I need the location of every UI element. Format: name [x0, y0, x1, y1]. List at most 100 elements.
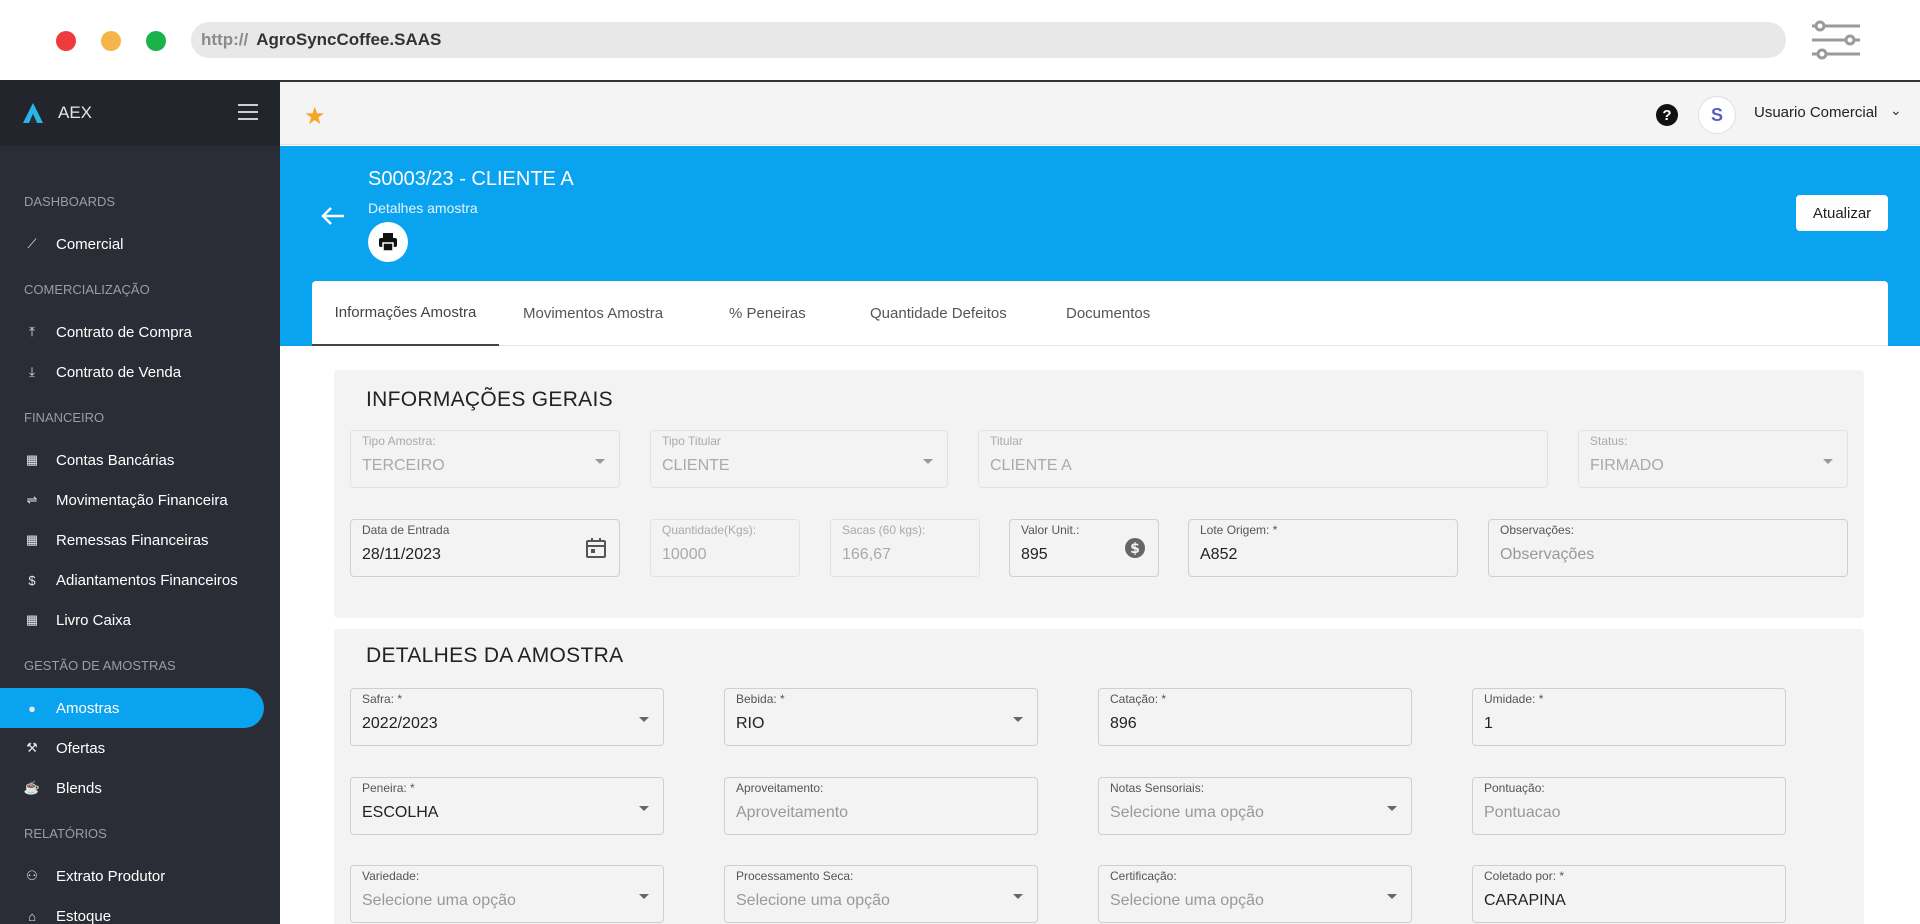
app-topbar: ★ ? S Usuario Comercial ⌄ — [280, 80, 1920, 145]
sliders-icon[interactable] — [1808, 20, 1864, 60]
sidebar-item-estoque[interactable]: ⌂ Estoque — [0, 896, 264, 924]
sidebar-header: AEX — [0, 80, 280, 146]
sidebar-item-remessas[interactable]: ▦ Remessas Financeiras — [0, 520, 264, 560]
tab-movimentos-amostra[interactable]: Movimentos Amostra — [523, 281, 663, 346]
field-label: Processamento Seca: — [736, 869, 854, 883]
field-value: 1 — [1484, 715, 1493, 732]
section-title: INFORMAÇÕES GERAIS — [366, 388, 613, 411]
sacas-field: Sacas (60 kgs): 166,67 — [830, 519, 980, 577]
menu-toggle-icon[interactable] — [238, 104, 258, 120]
sidebar-item-contrato-compra[interactable]: ⤒ Contrato de Compra — [0, 312, 264, 352]
observacoes-field[interactable]: Observações: Observações — [1488, 519, 1848, 577]
field-value: TERCEIRO — [362, 457, 445, 474]
sidebar-item-adiantamentos[interactable]: $ Adiantamentos Financeiros — [0, 560, 264, 600]
field-value: 10000 — [662, 546, 707, 563]
field-label: Valor Unit.: — [1021, 523, 1080, 537]
maximize-window-button[interactable] — [146, 31, 166, 51]
field-label: Aproveitamento: — [736, 781, 824, 795]
url-host: AgroSyncCoffee.SAAS — [256, 30, 442, 49]
field-placeholder: Aproveitamento — [736, 804, 849, 821]
tab-peneiras[interactable]: % Peneiras — [729, 281, 806, 346]
sidebar-item-label: Amostras — [56, 699, 120, 717]
coletado-por-field[interactable]: Coletado por: * CARAPINA — [1472, 865, 1786, 923]
sidebar-item-label: Contrato de Compra — [56, 323, 192, 341]
address-bar[interactable]: http:// AgroSyncCoffee.SAAS — [191, 22, 1786, 58]
tipo-amostra-select: Tipo Amostra: TERCEIRO — [350, 430, 620, 488]
caret-down-icon — [1013, 894, 1023, 899]
field-label: Notas Sensoriais: — [1110, 781, 1205, 795]
close-window-button[interactable] — [56, 31, 76, 51]
section-relatorios: RELATÓRIOS — [24, 826, 107, 841]
people-icon: ⚇ — [26, 868, 38, 883]
calendar-icon: ▦ — [25, 612, 39, 627]
update-button[interactable]: Atualizar — [1796, 195, 1888, 231]
aproveitamento-field[interactable]: Aproveitamento: Aproveitamento — [724, 777, 1038, 835]
logo-icon — [23, 103, 43, 123]
back-arrow-icon[interactable] — [320, 206, 346, 226]
data-entrada-field[interactable]: Data de Entrada 28/11/2023 — [350, 519, 620, 577]
field-label: Tipo Titular — [662, 434, 721, 448]
sample-details-card: Informações Amostra Movimentos Amostra %… — [312, 281, 1888, 924]
field-label: Pontuação: — [1484, 781, 1545, 795]
sidebar-item-contrato-venda[interactable]: ⤓ Contrato de Venda — [0, 352, 264, 392]
field-label: Lote Origem: * — [1200, 523, 1278, 537]
catacao-field[interactable]: Catação: * 896 — [1098, 688, 1412, 746]
lote-origem-field[interactable]: Lote Origem: * A852 — [1188, 519, 1458, 577]
sidebar-item-blends[interactable]: ☕ Blends — [0, 768, 264, 808]
field-label: Certificação: — [1110, 869, 1177, 883]
processamento-seca-select[interactable]: Processamento Seca: Selecione uma opção — [724, 865, 1038, 923]
field-placeholder: Selecione uma opção — [362, 892, 516, 909]
sidebar-item-label: Adiantamentos Financeiros — [56, 571, 238, 589]
sidebar-item-label: Extrato Produtor — [56, 867, 166, 885]
field-placeholder: Selecione uma opção — [1110, 804, 1264, 821]
browser-chrome: http:// AgroSyncCoffee.SAAS — [0, 0, 1920, 80]
field-value: 895 — [1021, 546, 1048, 563]
sidebar-item-label: Blends — [56, 779, 102, 797]
notas-sensoriais-select[interactable]: Notas Sensoriais: Selecione uma opção — [1098, 777, 1412, 835]
sidebar-item-amostras[interactable]: ● Amostras — [0, 688, 264, 728]
tab-informacoes-amostra[interactable]: Informações Amostra — [312, 281, 499, 346]
sidebar-item-livro-caixa[interactable]: ▦ Livro Caixa — [0, 600, 264, 640]
avatar[interactable]: S — [1698, 96, 1736, 134]
sidebar-item-contas-bancarias[interactable]: ▦ Contas Bancárias — [0, 440, 264, 480]
peneira-select[interactable]: Peneira: * ESCOLHA — [350, 777, 664, 835]
chevron-down-icon[interactable]: ⌄ — [1890, 102, 1902, 119]
field-value: CLIENTE — [662, 457, 730, 474]
tab-documentos[interactable]: Documentos — [1066, 281, 1150, 346]
favorite-star-icon[interactable]: ★ — [304, 102, 326, 131]
calendar-icon[interactable] — [585, 537, 607, 559]
variedade-select[interactable]: Variedade: Selecione uma opção — [350, 865, 664, 923]
umidade-field[interactable]: Umidade: * 1 — [1472, 688, 1786, 746]
help-icon[interactable]: ? — [1656, 104, 1678, 126]
field-placeholder: Pontuacao — [1484, 804, 1561, 821]
certificacao-select[interactable]: Certificação: Selecione uma opção — [1098, 865, 1412, 923]
tab-quantidade-defeitos[interactable]: Quantidade Defeitos — [870, 281, 1007, 346]
user-name[interactable]: Usuario Comercial — [1754, 104, 1877, 121]
field-placeholder: Selecione uma opção — [736, 892, 890, 909]
section-title: DETALHES DA AMOSTRA — [366, 644, 624, 667]
sidebar-item-comercial[interactable]: ⟋ Comercial — [0, 224, 264, 264]
field-label: Bebida: * — [736, 692, 785, 706]
field-label: Variedade: — [362, 869, 420, 883]
bebida-select[interactable]: Bebida: * RIO — [724, 688, 1038, 746]
pontuacao-field[interactable]: Pontuação: Pontuacao — [1472, 777, 1786, 835]
sidebar-item-movimentacao[interactable]: ⇌ Movimentação Financeira — [0, 480, 264, 520]
field-placeholder: Observações — [1500, 546, 1595, 563]
sidebar-item-ofertas[interactable]: ⚒ Ofertas — [0, 728, 264, 768]
field-label: Umidade: * — [1484, 692, 1544, 706]
sample-details-panel: DETALHES DA AMOSTRA Safra: * 2022/2023 B… — [334, 629, 1864, 924]
minimize-window-button[interactable] — [101, 31, 121, 51]
sidebar-item-extrato-produtor[interactable]: ⚇ Extrato Produtor — [0, 856, 264, 896]
field-label: Observações: — [1500, 523, 1575, 537]
field-label: Peneira: * — [362, 781, 415, 795]
page-title: S0003/23 - CLIENTE A — [368, 168, 574, 190]
safra-select[interactable]: Safra: * 2022/2023 — [350, 688, 664, 746]
caret-down-icon — [1387, 894, 1397, 899]
section-financeiro: FINANCEIRO — [24, 410, 105, 425]
valor-unit-field[interactable]: Valor Unit.: 895 $ — [1009, 519, 1159, 577]
field-value: CLIENTE A — [990, 457, 1072, 474]
print-button[interactable] — [368, 222, 408, 262]
calendar-icon: ▦ — [25, 532, 39, 547]
trend-icon: ⟋ — [27, 236, 37, 251]
sidebar-item-label: Contrato de Venda — [56, 363, 182, 381]
